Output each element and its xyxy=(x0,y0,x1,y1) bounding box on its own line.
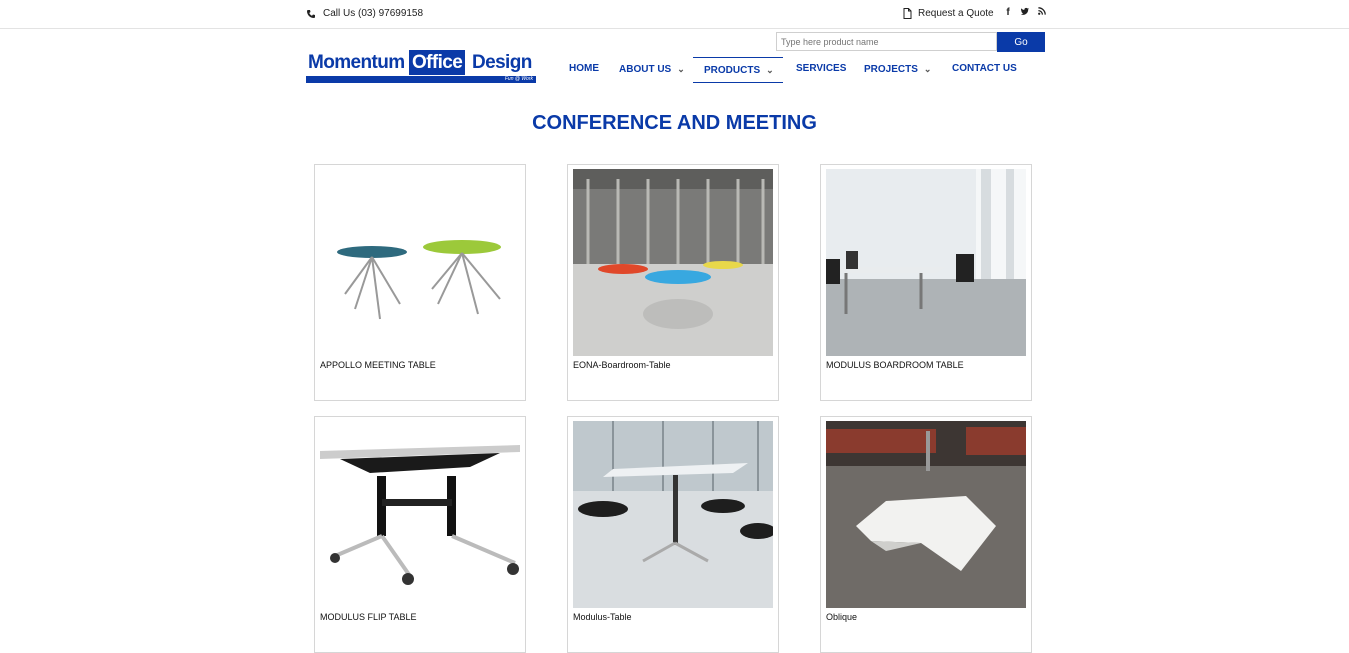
top-bar: Call Us (03) 97699158 Request a Quote f xyxy=(0,0,1349,29)
product-name[interactable]: EONA-Boardroom-Table xyxy=(573,360,671,370)
product-name[interactable]: Oblique xyxy=(826,612,857,622)
nav-services-label: SERVICES xyxy=(796,63,847,74)
product-image[interactable] xyxy=(826,421,1026,608)
document-icon xyxy=(903,8,912,19)
facebook-icon[interactable]: f xyxy=(1004,7,1012,18)
nav-products[interactable]: PRODUCTS ⌄ xyxy=(693,57,783,83)
nav-projects-label: PROJECTS xyxy=(864,64,918,75)
call-us-link[interactable]: Call Us (03) 97699158 xyxy=(306,8,423,19)
request-quote-link[interactable]: Request a Quote xyxy=(903,8,994,19)
product-card[interactable]: Oblique xyxy=(820,416,1032,653)
nav-projects[interactable]: PROJECTS ⌄ xyxy=(864,57,931,83)
nav-about-us-label: ABOUT US xyxy=(619,64,672,75)
logo-word-momentum: Momentum xyxy=(308,52,405,73)
product-card[interactable]: MODULUS FLIP TABLE xyxy=(314,416,526,653)
nav-home-label: HOME xyxy=(569,63,599,74)
product-card[interactable]: APPOLLO MEETING TABLE xyxy=(314,164,526,401)
product-card[interactable]: EONA-Boardroom-Table xyxy=(567,164,779,401)
logo-word-design: Design xyxy=(472,52,532,73)
product-card[interactable]: MODULUS BOARDROOM TABLE xyxy=(820,164,1032,401)
logo-band xyxy=(306,76,536,83)
nav-home[interactable]: HOME xyxy=(569,57,599,83)
call-us-text: Call Us (03) 97699158 xyxy=(323,8,424,19)
page-title: CONFERENCE AND MEETING xyxy=(532,112,817,134)
product-name[interactable]: MODULUS BOARDROOM TABLE xyxy=(826,360,964,370)
product-image[interactable] xyxy=(320,169,520,356)
product-name[interactable]: APPOLLO MEETING TABLE xyxy=(320,360,436,370)
nav-contact-us[interactable]: CONTACT US xyxy=(952,57,1017,83)
nav-products-label: PRODUCTS xyxy=(704,65,761,76)
product-image[interactable] xyxy=(573,169,773,356)
chevron-down-icon: ⌄ xyxy=(923,64,932,74)
twitter-icon[interactable] xyxy=(1020,7,1029,18)
request-quote-text: Request a Quote xyxy=(918,8,994,19)
chevron-down-icon: ⌄ xyxy=(677,64,685,74)
site-logo[interactable]: Momentum Office Design Fun @ Work xyxy=(306,50,536,84)
search-go-button[interactable]: Go xyxy=(997,32,1045,52)
product-name[interactable]: Modulus-Table xyxy=(573,612,632,622)
social-links: f xyxy=(1004,7,1046,18)
product-image[interactable] xyxy=(320,421,520,608)
product-search-input[interactable] xyxy=(776,32,997,51)
product-image[interactable] xyxy=(826,169,1026,356)
product-card[interactable]: Modulus-Table xyxy=(567,416,779,653)
nav-contact-us-label: CONTACT US xyxy=(952,63,1017,74)
chevron-down-icon: ⌄ xyxy=(766,65,774,75)
phone-icon xyxy=(307,9,315,18)
product-name[interactable]: MODULUS FLIP TABLE xyxy=(320,612,417,622)
logo-word-office: Office xyxy=(409,50,466,75)
rss-icon[interactable] xyxy=(1038,7,1046,18)
nav-about-us[interactable]: ABOUT US ⌄ xyxy=(619,57,685,83)
nav-services[interactable]: SERVICES xyxy=(796,57,846,83)
logo-tagline: Fun @ Work xyxy=(504,76,533,82)
product-image[interactable] xyxy=(573,421,773,608)
